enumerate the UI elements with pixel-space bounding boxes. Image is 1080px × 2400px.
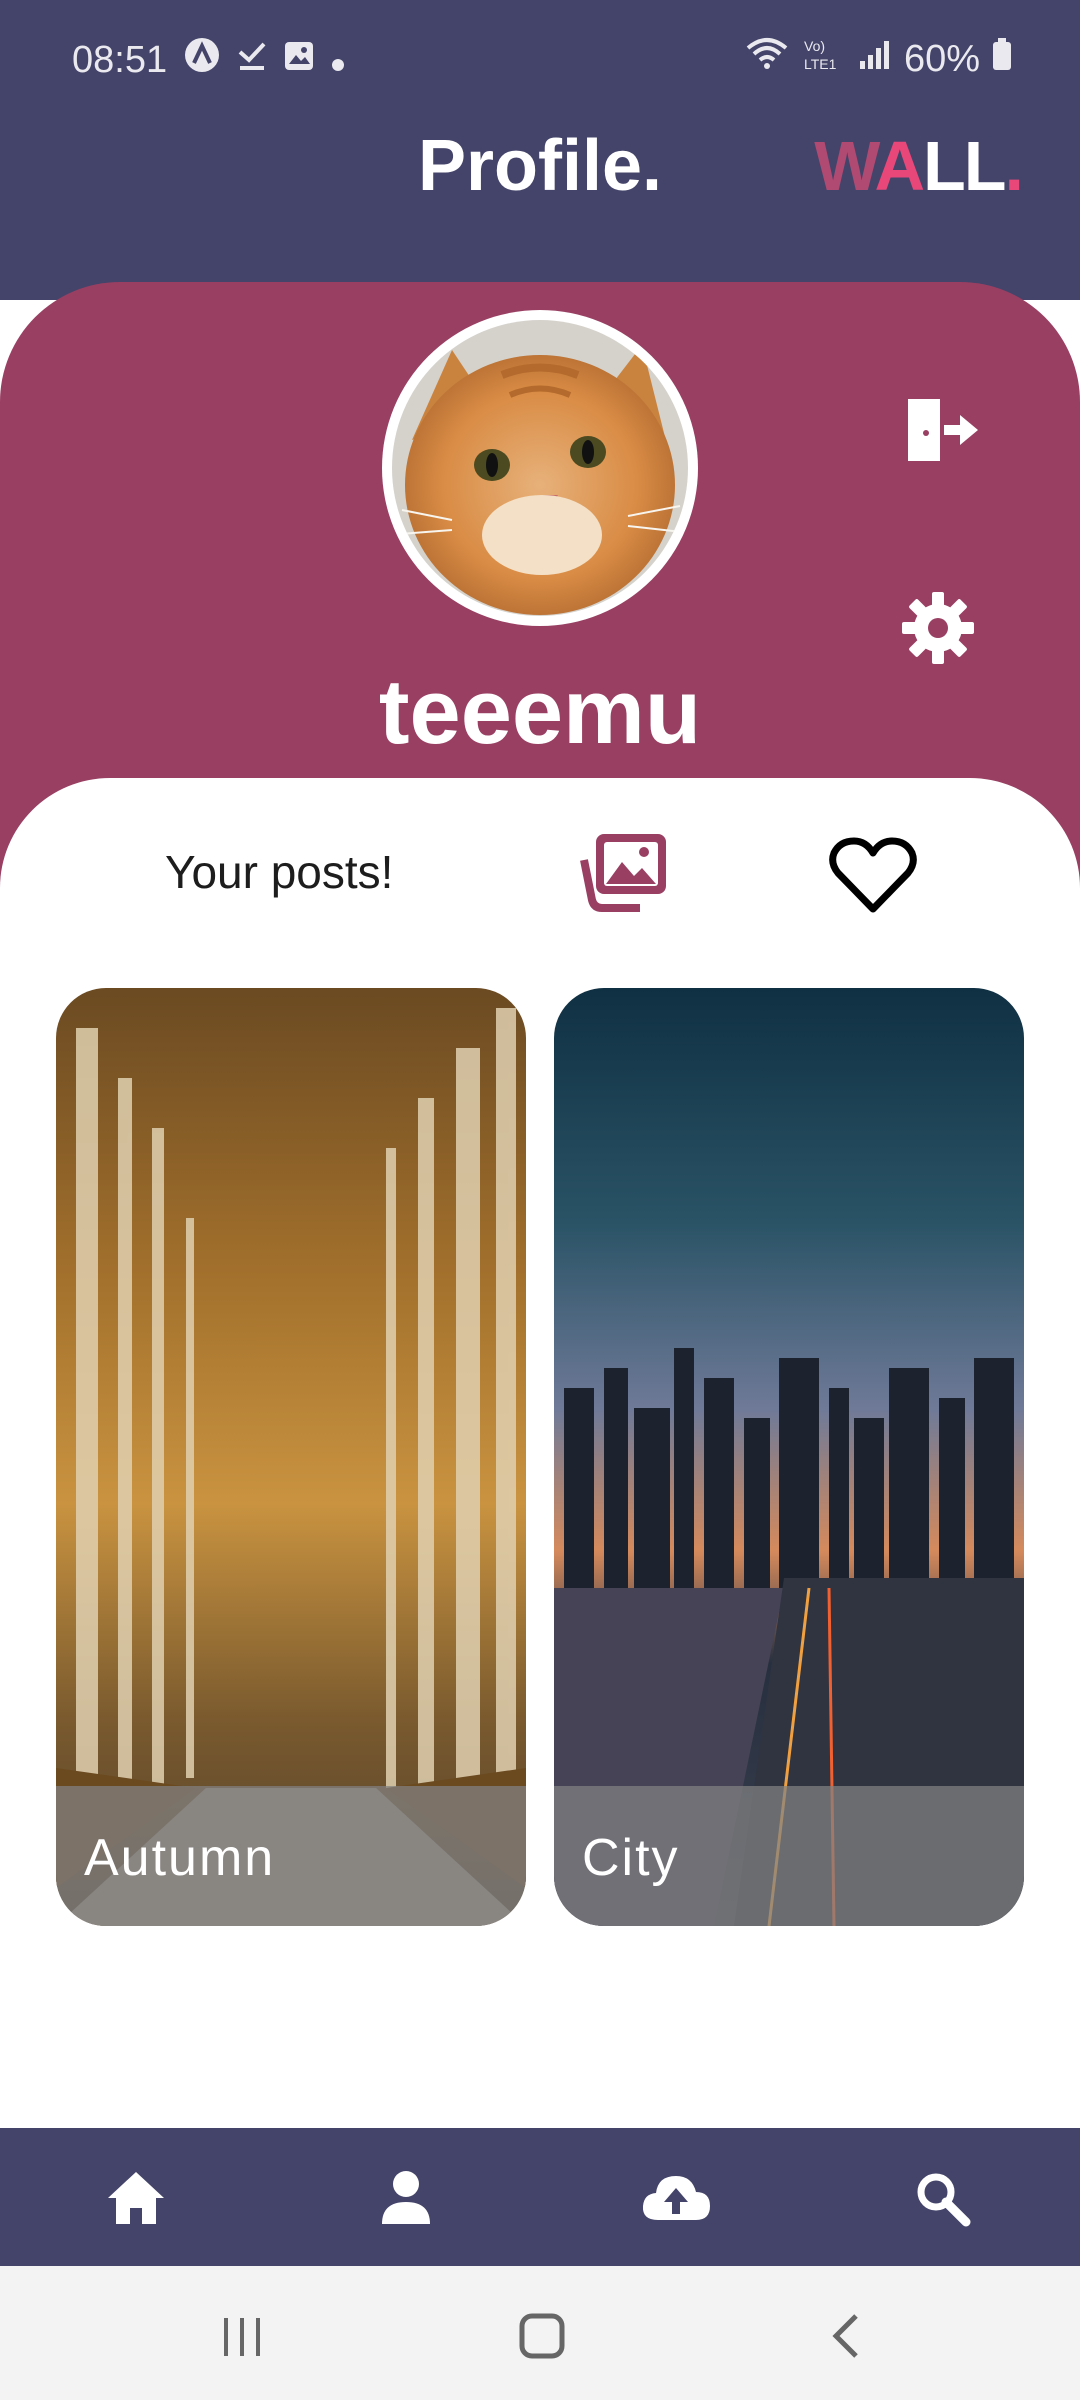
home-button-icon (512, 2313, 572, 2368)
bottom-nav (0, 2128, 1080, 2266)
brand-letters-ll: LL (923, 127, 1007, 205)
post-caption: Autumn (56, 1786, 526, 1926)
status-time: 08:51 (72, 38, 168, 81)
brand-letter-w: W (814, 127, 876, 205)
gallery-icon (283, 39, 315, 82)
arc-notification-icon (183, 36, 221, 84)
tab-your-posts[interactable]: Your posts! (165, 845, 393, 899)
gallery-stack-icon (580, 834, 670, 918)
avatar[interactable] (382, 310, 698, 626)
recents-button[interactable] (212, 2308, 272, 2364)
brand-dot: . (1004, 127, 1025, 205)
recents-icon (212, 2318, 272, 2368)
system-nav-bar (0, 2266, 1080, 2400)
tab-gallery[interactable] (580, 830, 670, 914)
post-card-autumn[interactable]: Autumn (56, 988, 526, 1926)
nav-search[interactable] (912, 2168, 976, 2228)
download-done-icon (237, 38, 267, 82)
wifi-calling-icon (744, 36, 790, 82)
post-caption: City (554, 1786, 1024, 1926)
username: teeemu (378, 661, 702, 763)
brand-letter-a: A (874, 127, 925, 205)
cell-signal-icon (858, 38, 892, 81)
cat-avatar (392, 320, 688, 616)
nav-profile[interactable] (374, 2168, 438, 2228)
lte-signal-icon: Vo) LTE1 (802, 36, 846, 82)
home-button[interactable] (512, 2308, 572, 2364)
nav-home[interactable] (104, 2168, 168, 2228)
post-card-city[interactable]: City (554, 988, 1024, 1926)
battery-icon (992, 37, 1012, 81)
tab-favorites[interactable] (828, 835, 918, 915)
brand-logo: WALL. (814, 126, 1025, 206)
nav-upload[interactable] (640, 2168, 712, 2228)
gear-icon (900, 592, 976, 670)
status-right: Vo) LTE1 60% (744, 36, 1012, 82)
upload-cloud-icon (640, 2176, 712, 2232)
back-button[interactable] (816, 2308, 876, 2364)
profile-icon (374, 2171, 438, 2232)
search-icon (912, 2173, 976, 2232)
status-bar: 08:51 Vo) LTE1 60% (0, 0, 1080, 120)
heart-icon (828, 837, 918, 919)
back-icon (816, 2314, 876, 2368)
dot-icon (331, 39, 345, 82)
svg-text:Vo): Vo) (804, 38, 825, 54)
home-icon (104, 2172, 168, 2232)
logout-icon (900, 399, 980, 469)
logout-button[interactable] (900, 395, 980, 465)
battery-percent: 60% (903, 37, 980, 80)
svg-text:LTE1: LTE1 (804, 56, 837, 72)
status-left: 08:51 (72, 36, 345, 84)
settings-button[interactable] (900, 590, 976, 666)
